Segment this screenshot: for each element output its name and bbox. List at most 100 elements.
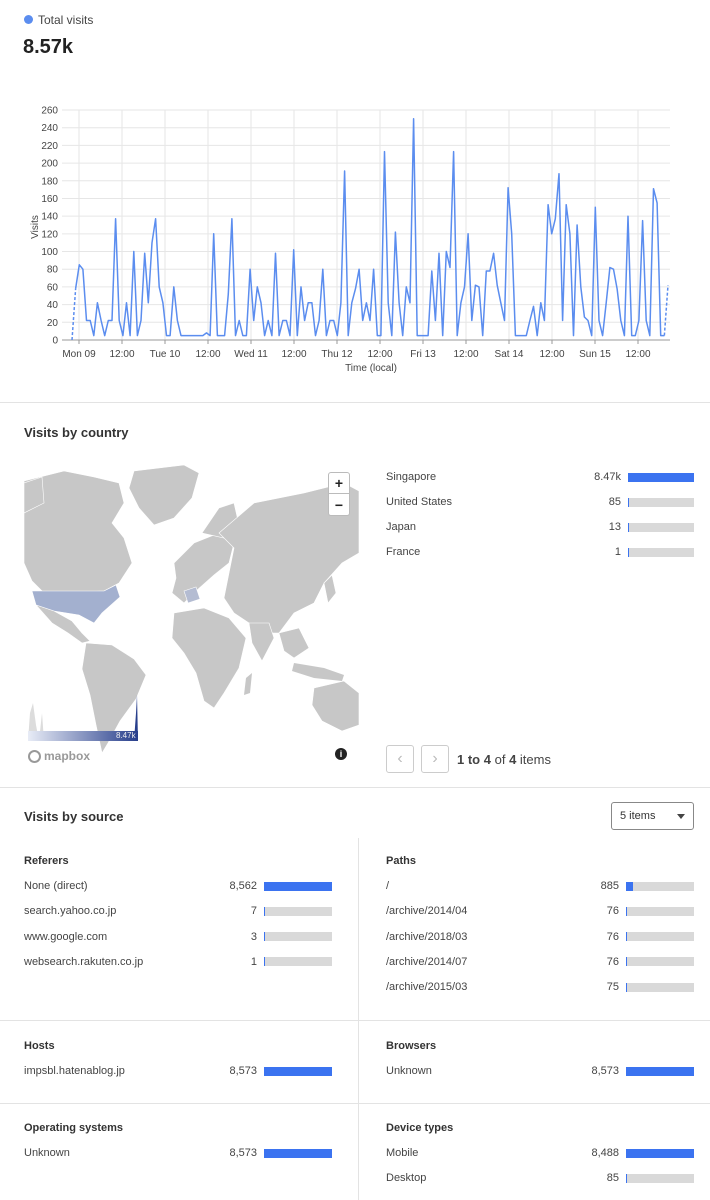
zoom-out-button[interactable]: − — [328, 494, 350, 516]
y-axis-label: Visits — [30, 215, 41, 239]
os-bar — [264, 1148, 332, 1158]
path-value: 76 — [606, 930, 619, 943]
referer-row[interactable]: websearch.rakuten.co.jp 1 — [24, 954, 334, 970]
browser-row[interactable]: Unknown 8,573 — [386, 1063, 696, 1079]
country-bar — [628, 522, 694, 532]
referers-list: None (direct) 8,562 search.yahoo.co.jp 7 www… — [24, 878, 334, 988]
device-type-label: Mobile — [386, 1147, 419, 1159]
device-type-bar — [626, 1173, 694, 1183]
device-type-value: 8,488 — [591, 1147, 619, 1159]
country-value: 1 — [614, 546, 621, 558]
path-bar — [626, 932, 694, 942]
items-count-select[interactable]: 5 items — [611, 802, 694, 830]
path-row[interactable]: /archive/2014/07 76 — [386, 954, 696, 970]
path-bar — [626, 881, 694, 891]
path-label: /archive/2018/03 — [386, 930, 468, 943]
visits-line-chart: 0 20 40 60 80 100 120 140 160 180 200 220 240 260 Mon … — [30, 106, 670, 374]
country-list: Singapore 8.47k United States 85 Japan 13 Fran… — [386, 469, 696, 589]
path-value: 76 — [606, 955, 619, 968]
os-bar-fill — [264, 1148, 332, 1158]
referer-bar — [264, 881, 332, 891]
referer-bar — [264, 932, 332, 942]
host-row[interactable]: impsbl.hatenablog.jp 8,573 — [24, 1063, 334, 1079]
device-types-title: Device types — [386, 1122, 454, 1134]
x-tick-label: Tue 10 — [150, 349, 181, 360]
y-tick-label: 20 — [47, 318, 59, 329]
info-icon[interactable]: i — [335, 748, 347, 760]
host-bar — [264, 1066, 332, 1076]
series-dashed-start — [71, 288, 77, 341]
hosts-title: Hosts — [24, 1040, 55, 1052]
prev-page-button[interactable]: ‹ — [386, 745, 414, 773]
referer-row[interactable]: www.google.com 3 — [24, 929, 334, 945]
country-label: Singapore — [386, 471, 437, 483]
device-type-row[interactable]: Desktop 85 — [386, 1170, 696, 1186]
device-type-label: Desktop — [386, 1172, 427, 1185]
mapbox-logo-icon — [28, 749, 41, 763]
referer-label: websearch.rakuten.co.jp — [24, 955, 144, 968]
os-label: Unknown — [24, 1147, 70, 1159]
country-bar-fill — [628, 547, 629, 557]
path-bar-fill — [626, 982, 628, 992]
country-row[interactable]: Singapore 8.47k — [386, 469, 696, 485]
country-value: 13 — [608, 521, 621, 533]
path-value: 76 — [606, 905, 619, 918]
x-tick-label: Thu 12 — [321, 349, 353, 360]
pagination-total: 4 — [509, 752, 517, 767]
referer-row[interactable]: None (direct) 8,562 — [24, 878, 334, 894]
series-line — [74, 118, 665, 337]
x-tick-label: Sun 15 — [579, 349, 611, 360]
y-tick-label: 40 — [47, 300, 59, 311]
device-type-bar — [626, 1148, 694, 1158]
country-bar — [628, 472, 694, 482]
path-row[interactable]: / 885 — [386, 878, 696, 894]
mapbox-logo[interactable]: mapbox — [28, 749, 90, 763]
path-row[interactable]: /archive/2015/03 75 — [386, 979, 696, 995]
path-label: /archive/2015/03 — [386, 981, 468, 994]
zoom-in-button[interactable]: + — [328, 472, 350, 494]
divider — [0, 402, 710, 403]
referer-row[interactable]: search.yahoo.co.jp 7 — [24, 903, 334, 919]
path-row[interactable]: /archive/2018/03 76 — [386, 929, 696, 945]
referer-value: 1 — [250, 955, 257, 968]
os-row[interactable]: Unknown 8,573 — [24, 1145, 334, 1161]
path-bar-fill — [626, 932, 628, 942]
country-row[interactable]: United States 85 — [386, 494, 696, 510]
country-row[interactable]: Japan 13 — [386, 519, 696, 535]
legend-dot — [24, 15, 33, 24]
host-label: impsbl.hatenablog.jp — [24, 1065, 125, 1077]
path-bar — [626, 982, 694, 992]
country-label: United States — [386, 496, 453, 508]
device-type-value: 85 — [606, 1172, 619, 1185]
country-row[interactable]: France 1 — [386, 544, 696, 560]
x-tick-label: 12:00 — [281, 349, 306, 360]
next-page-button[interactable]: › — [421, 745, 449, 773]
total-visits-value: 8.57k — [23, 36, 74, 58]
x-tick-label: Mon 09 — [62, 349, 96, 360]
world-map[interactable]: 8.47k mapbox i — [24, 463, 359, 775]
path-label: /archive/2014/07 — [386, 955, 468, 968]
referer-bar-fill — [264, 957, 266, 967]
y-tick-label: 0 — [52, 336, 58, 347]
pagination-range: 1 to 4 — [457, 752, 491, 767]
referer-bar — [264, 957, 332, 967]
host-value: 8,573 — [229, 1065, 257, 1077]
divider — [0, 1103, 710, 1104]
country-bar — [628, 547, 694, 557]
path-row[interactable]: /archive/2014/04 76 — [386, 903, 696, 919]
series-dashed-end — [663, 285, 669, 336]
browser-bar — [626, 1066, 694, 1076]
referer-bar-fill — [264, 881, 332, 891]
y-tick-label: 180 — [41, 176, 58, 187]
y-tick-label: 80 — [47, 265, 59, 276]
x-tick-label: Sat 14 — [495, 349, 524, 360]
path-bar — [626, 957, 694, 967]
column-divider — [358, 838, 359, 1200]
browsers-title: Browsers — [386, 1040, 437, 1052]
device-type-row[interactable]: Mobile 8,488 — [386, 1145, 696, 1161]
referer-value: 8,562 — [229, 880, 257, 892]
x-tick-label: 12:00 — [109, 349, 134, 360]
items-count-value: 5 items — [620, 810, 656, 822]
chevron-left-icon: ‹ — [397, 750, 403, 767]
browser-bar-fill — [626, 1066, 694, 1076]
